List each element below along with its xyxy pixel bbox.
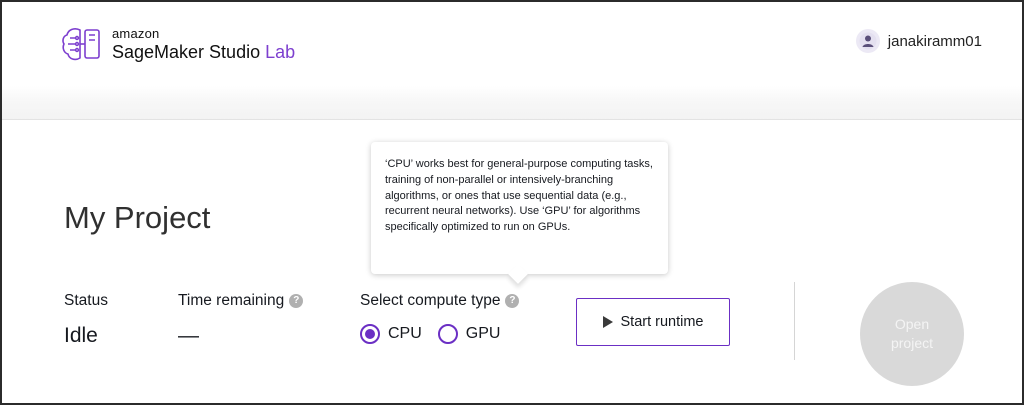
tooltip-arrow xyxy=(508,264,528,284)
help-icon[interactable]: ? xyxy=(289,294,304,308)
gpu-radio-label: GPU xyxy=(465,325,501,342)
radio-selected-icon xyxy=(360,324,380,344)
cpu-radio-label: CPU xyxy=(388,325,422,342)
logo-product-name: SageMaker Studio xyxy=(112,42,261,62)
project-title: My Project xyxy=(64,200,211,235)
username: janakiramm01 xyxy=(887,32,982,50)
status-label-text: Status xyxy=(64,292,108,309)
cpu-radio[interactable]: CPU xyxy=(360,324,422,344)
play-icon xyxy=(602,316,613,328)
open-project-label: Open project xyxy=(890,316,934,351)
app-frame: amazon SageMaker Studio Lab janakiramm01… xyxy=(0,0,1024,405)
start-runtime-button[interactable]: Start runtime xyxy=(576,298,730,346)
logo-amazon-text: amazon xyxy=(112,26,160,41)
compute-type-label-text: Select compute type xyxy=(360,292,501,309)
open-project-button[interactable]: Open project xyxy=(860,282,964,386)
brain-circuit-icon xyxy=(62,28,100,61)
time-remaining-label: Time remaining ? xyxy=(178,292,304,310)
compute-type-label: Select compute type ? xyxy=(360,292,520,310)
user-menu[interactable]: janakiramm01 xyxy=(855,29,982,53)
logo-product-text: SageMaker Studio Lab xyxy=(112,43,295,61)
gpu-radio[interactable]: GPU xyxy=(437,324,501,344)
tooltip-text: ‘CPU’ works best for general-purpose com… xyxy=(385,158,653,234)
help-icon[interactable]: ? xyxy=(505,294,520,308)
compute-type-tooltip: ‘CPU’ works best for general-purpose com… xyxy=(371,142,668,284)
time-remaining-value: — xyxy=(178,324,199,347)
status-label: Status xyxy=(64,292,108,310)
status-value: Idle xyxy=(64,324,98,347)
radio-unselected-icon xyxy=(437,324,458,344)
divider xyxy=(794,282,795,360)
top-header: amazon SageMaker Studio Lab janakiramm01 xyxy=(2,2,1022,120)
user-avatar-icon xyxy=(855,29,880,53)
logo-wordmark: amazon SageMaker Studio Lab xyxy=(112,27,295,61)
compute-type-radio-group: CPU GPU xyxy=(360,324,516,344)
start-runtime-label: Start runtime xyxy=(620,314,704,330)
logo-lab-text: Lab xyxy=(265,42,296,62)
time-remaining-label-text: Time remaining xyxy=(178,292,285,309)
studio-lab-logo[interactable]: amazon SageMaker Studio Lab xyxy=(60,24,295,64)
